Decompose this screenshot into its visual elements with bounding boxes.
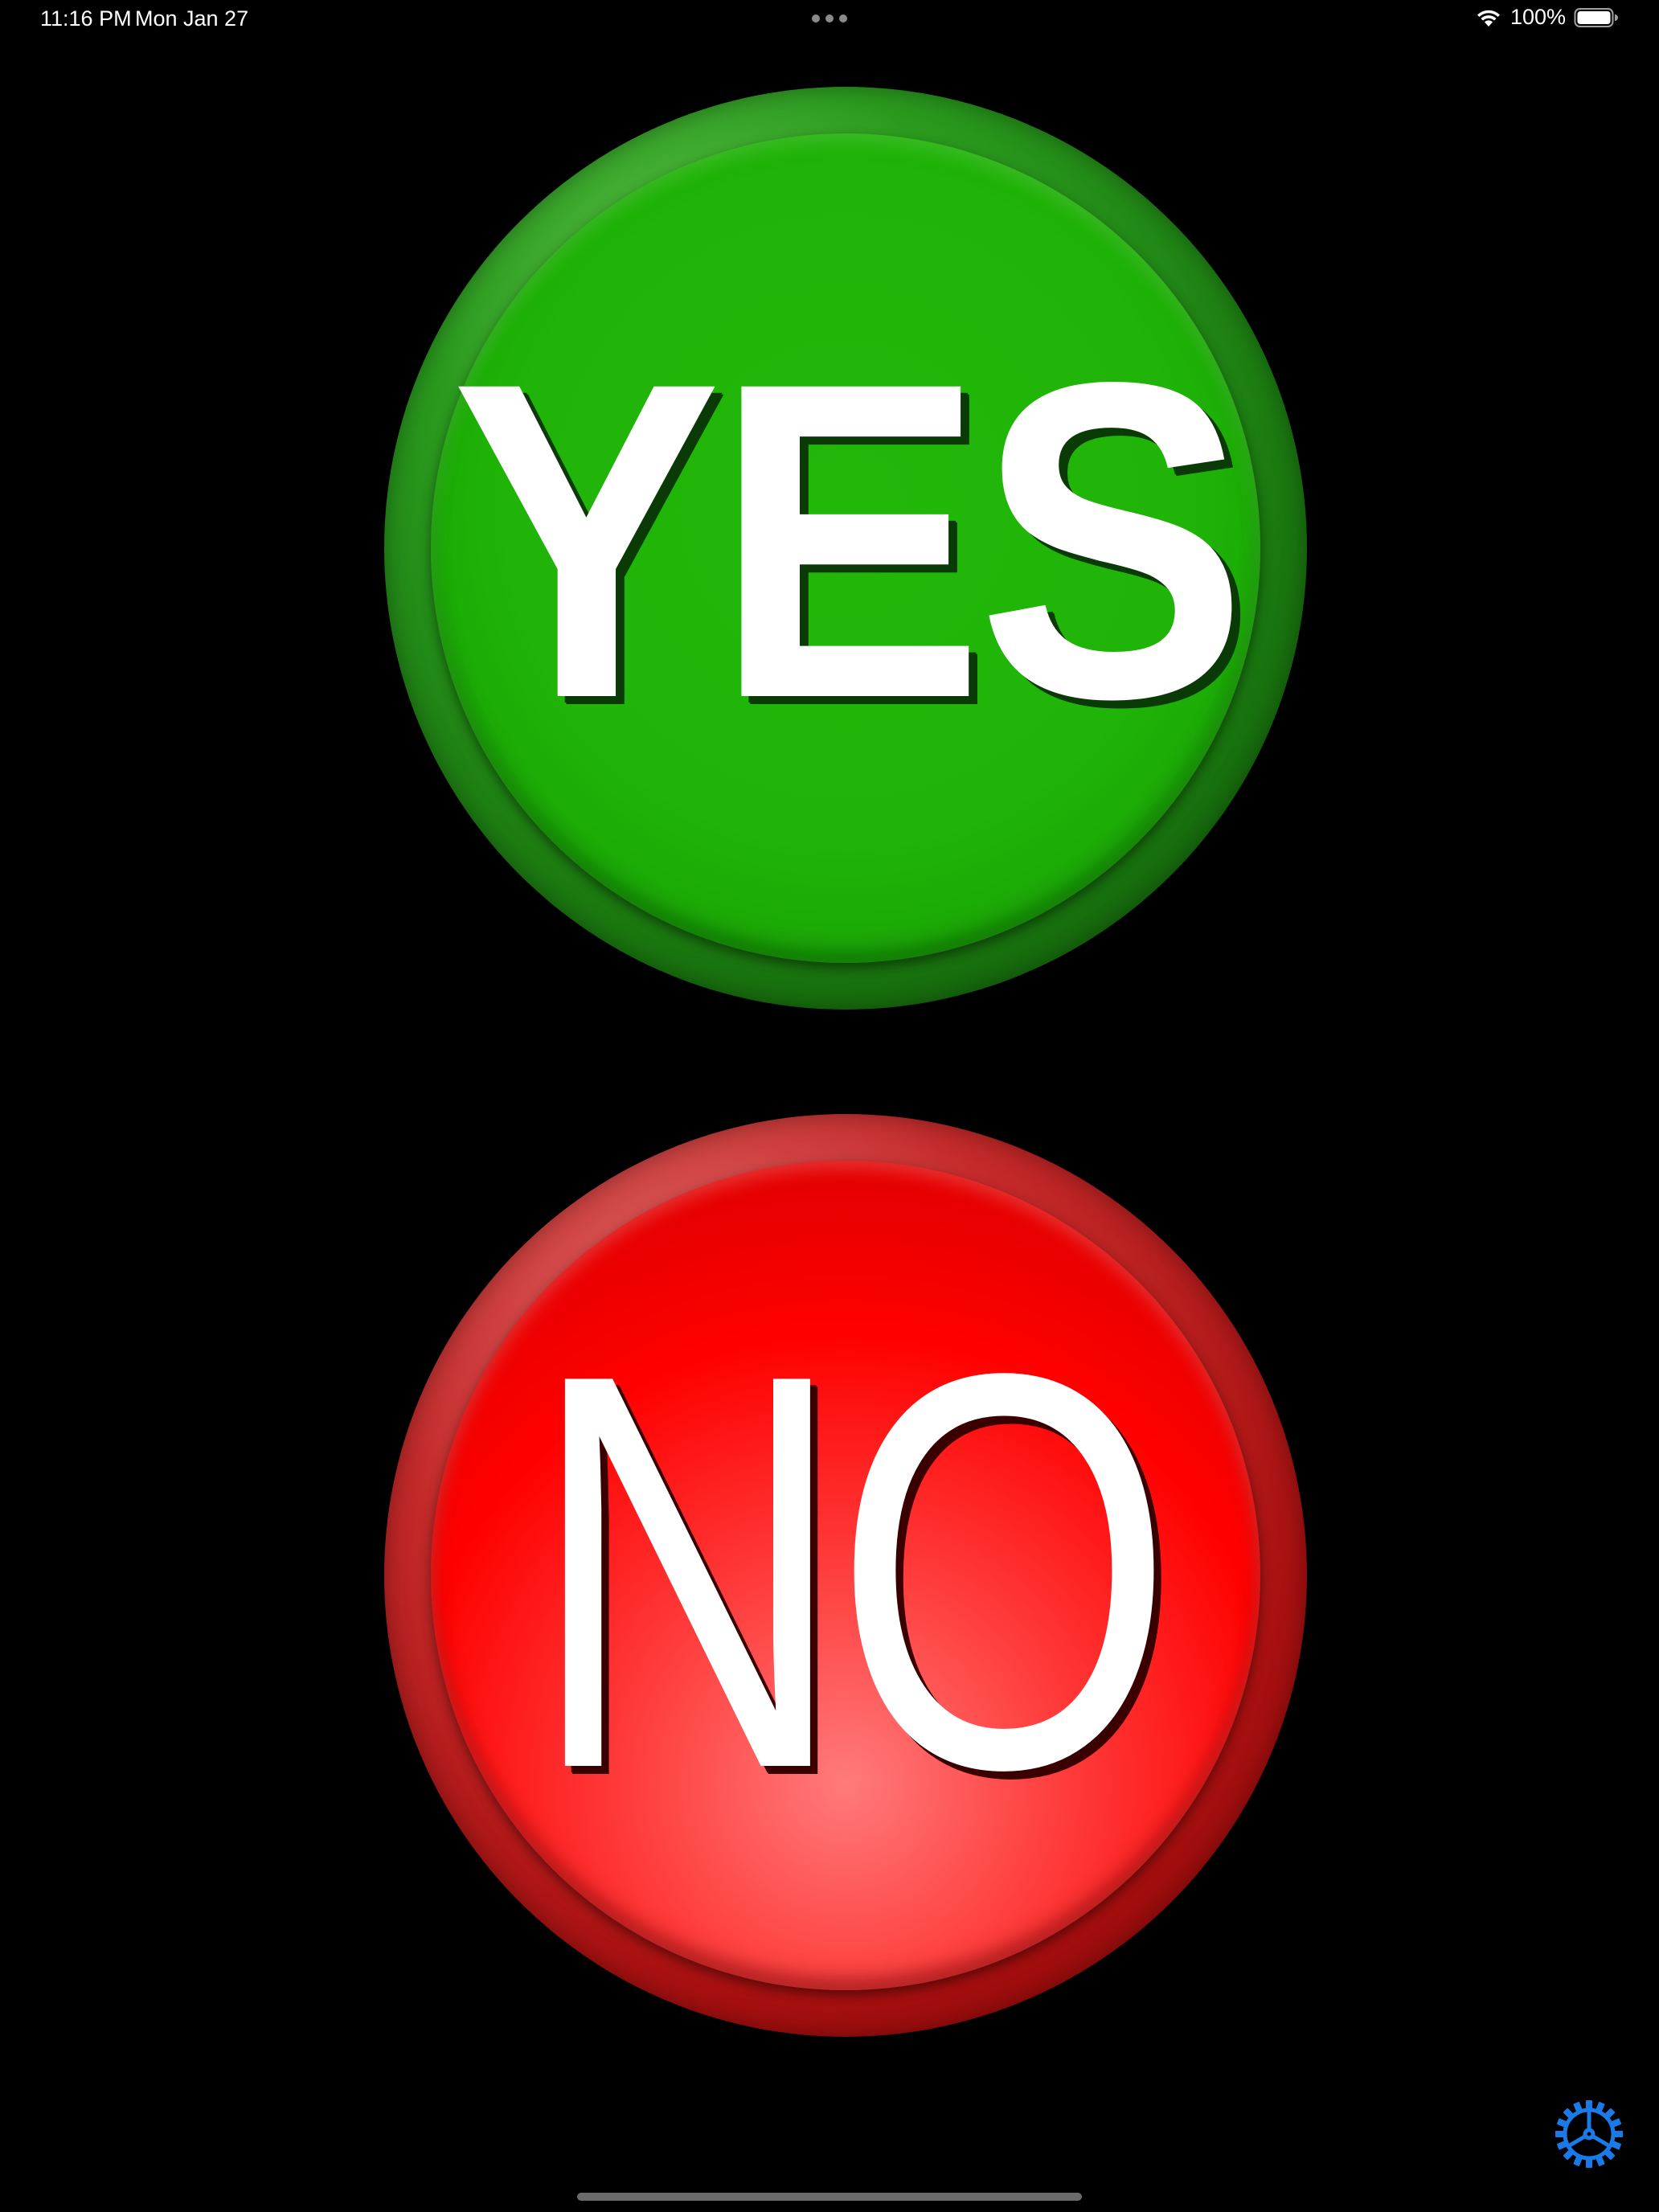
settings-button[interactable] (1553, 2098, 1625, 2170)
status-right: 100% (1475, 5, 1619, 30)
dot (825, 14, 834, 23)
status-bar: 11:16 PM Mon Jan 27 100% (0, 0, 1659, 40)
wifi-icon (1475, 7, 1502, 28)
more-dots-icon[interactable] (812, 14, 847, 23)
yes-button[interactable]: YES (384, 87, 1307, 1010)
battery-icon (1574, 7, 1619, 28)
app-screen: 11:16 PM Mon Jan 27 100% YES NO (0, 0, 1659, 2212)
home-indicator[interactable] (577, 2193, 1082, 2201)
gear-icon (1555, 2100, 1623, 2168)
no-button[interactable]: NO (384, 1114, 1307, 2037)
battery-percent: 100% (1509, 5, 1566, 29)
dot (812, 14, 820, 23)
status-time: 11:16 PM (40, 6, 132, 31)
status-date: Mon Jan 27 (135, 6, 249, 31)
yes-label: YES (451, 289, 1247, 792)
no-label: NO (529, 1257, 1174, 1886)
dot (839, 14, 847, 23)
